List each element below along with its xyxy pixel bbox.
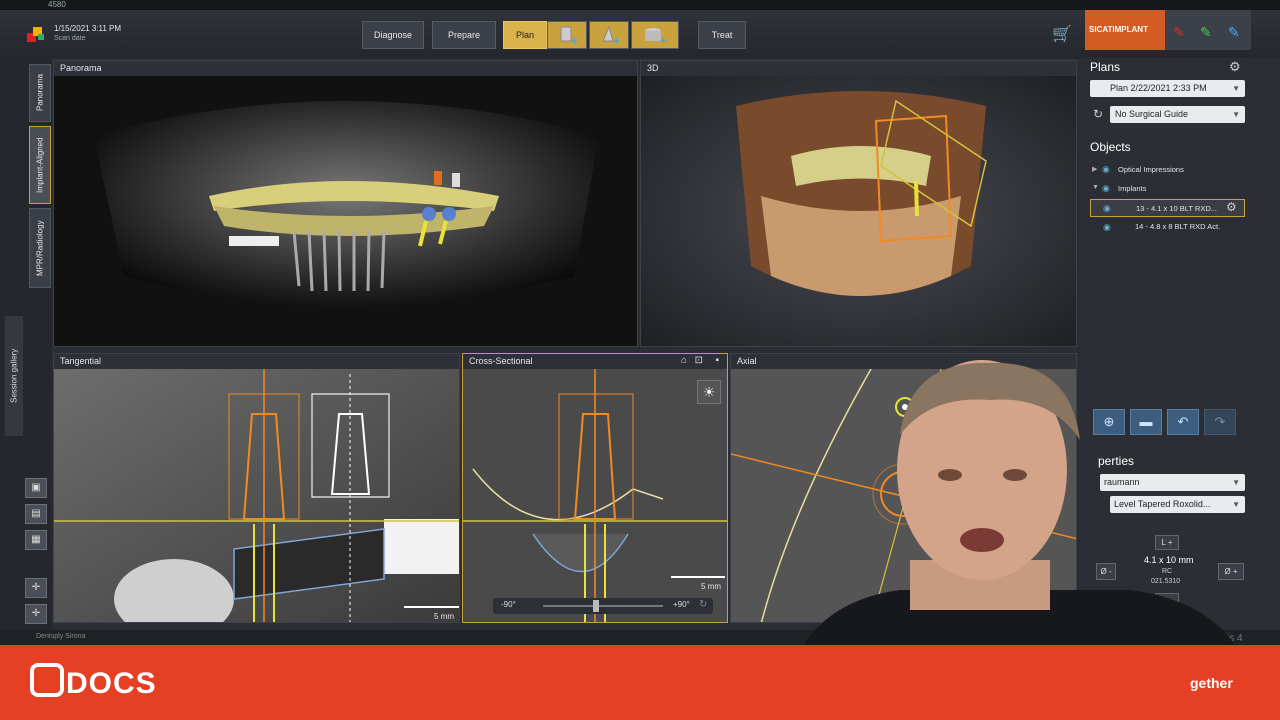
scan-date-value: 1/15/2021 3:11 PM (54, 24, 122, 33)
window-id: 4580 (48, 0, 66, 9)
slider-track (543, 605, 663, 607)
snapshot-icon[interactable]: ⊡ (695, 355, 703, 366)
sleeve-add-icon: + (645, 28, 667, 45)
object-label: 13 - 4.1 x 10 BLT RXD... (1136, 204, 1218, 213)
app-logo-icon (27, 27, 44, 42)
scan-date-label: Scan date (54, 35, 86, 42)
collapse-icon[interactable]: ▼ (1092, 184, 1099, 191)
abutment-add-icon: + (602, 25, 620, 45)
rotation-slider[interactable]: -90° +90° ↻ (493, 598, 713, 614)
scale-label: 5 mm (701, 582, 721, 591)
gear-icon[interactable]: ⚙ (1226, 200, 1237, 214)
workflow-prepare[interactable]: Prepare (432, 21, 496, 49)
panorama-title: Panorama (54, 61, 637, 76)
add-abutment-button[interactable]: + (589, 21, 629, 49)
scan-date: 1/15/2021 3:11 PM Scan date (54, 24, 121, 42)
tangential-image (54, 369, 459, 622)
svg-text:+: + (612, 36, 620, 45)
move-tool-icon[interactable]: ✛ (25, 578, 47, 598)
banner-tagline: gether (1190, 675, 1233, 691)
eye-icon[interactable]: ◉ (1103, 203, 1111, 214)
tab-panorama[interactable]: Panorama (29, 64, 51, 122)
guide-select-value: No Surgical Guide (1115, 109, 1189, 119)
add-sleeve-button[interactable]: + (631, 21, 679, 49)
object-optical-impressions[interactable]: Optical Impressions (1090, 161, 1245, 179)
cross-sectional-view[interactable]: Cross-Sectional ⌂ ⊡ ▪ ☀ 5 mm -90° +90° ↻ (462, 353, 728, 623)
crosshair-tool-icon[interactable]: ✛ (25, 604, 47, 624)
reset-icon[interactable]: ↻ (699, 599, 707, 610)
object-label: Optical Impressions (1118, 165, 1184, 174)
panorama-view[interactable]: Panorama (53, 60, 638, 347)
cross-sectional-image (463, 369, 727, 622)
slider-max-label: +90° (673, 600, 690, 609)
plan-select-value: Plan 2/22/2021 2:33 PM (1110, 83, 1207, 93)
surgical-guide-select[interactable]: No Surgical Guide ▼ (1110, 106, 1245, 123)
plans-settings-icon[interactable]: ⚙ (1229, 59, 1241, 75)
c-logo-icon (30, 663, 64, 697)
expand-icon[interactable]: ▶ (1092, 165, 1097, 173)
layout-tool-icon[interactable]: ▦ (25, 530, 47, 550)
implant-13[interactable]: 13 - 4.1 x 10 BLT RXD... (1090, 199, 1245, 217)
brightness-icon[interactable]: ☀ (697, 380, 721, 404)
maximize-icon[interactable]: ▪ (715, 355, 719, 366)
tab-implant-aligned[interactable]: Implant-Aligned (29, 126, 51, 204)
plan-select[interactable]: Plan 2/22/2021 2:33 PM ▼ (1090, 80, 1245, 97)
blue-tool-icon[interactable]: ✎ (1228, 24, 1240, 41)
bottom-banner (0, 645, 1280, 720)
workflow-diagnose[interactable]: Diagnose (362, 21, 424, 49)
dentsply-logo-text: Dentsply Sirona (36, 633, 86, 640)
tangential-view[interactable]: Tangential 5 mm (53, 353, 460, 623)
docs-logo-text: DOCS (66, 667, 157, 700)
object-implants[interactable]: Implants (1090, 180, 1245, 198)
chevron-down-icon: ▼ (1232, 84, 1240, 93)
object-label: Implants (1118, 184, 1147, 193)
eye-icon[interactable]: ◉ (1103, 222, 1111, 233)
left-tab-bar: Panorama Implant-Aligned MPR/Radiology S… (0, 58, 52, 645)
title-strip: 4580 (0, 0, 1280, 10)
plans-title: Plans (1090, 60, 1121, 74)
workflow-plan[interactable]: Plan (503, 21, 547, 49)
svg-text:+: + (570, 36, 578, 45)
sicat-brand: SICATIMPLANT (1085, 10, 1165, 50)
3d-title: 3D (641, 61, 1076, 76)
svg-text:+: + (659, 36, 667, 45)
green-tool-icon[interactable]: ✎ (1200, 24, 1212, 41)
tangential-title: Tangential (54, 354, 459, 369)
eye-icon[interactable]: ◉ (1102, 183, 1110, 194)
slider-min-label: -90° (501, 600, 516, 609)
cross-sectional-title: Cross-Sectional (463, 354, 727, 369)
screenshot-tool-icon[interactable]: ▣ (25, 478, 47, 498)
3d-render (641, 76, 1076, 346)
session-gallery-tab[interactable]: Session gallery (5, 316, 23, 436)
3d-view[interactable]: 3D (640, 60, 1077, 347)
objects-title: Objects (1090, 140, 1131, 154)
refresh-icon[interactable]: ↻ (1093, 107, 1103, 121)
scale-label: 5 mm (434, 612, 454, 621)
camera-icon[interactable]: ⌂ (681, 355, 687, 366)
implant-add-icon: + (560, 26, 578, 45)
eye-icon[interactable]: ◉ (1102, 164, 1110, 175)
chevron-down-icon: ▼ (1232, 110, 1240, 119)
workflow-treat[interactable]: Treat (698, 21, 746, 49)
panorama-image (54, 76, 637, 346)
syringe-icon[interactable]: ✎ (1173, 24, 1185, 41)
add-implant-button[interactable]: + (547, 21, 587, 49)
slider-thumb[interactable] (593, 600, 599, 612)
cart-icon[interactable]: 🛒 (1052, 24, 1072, 44)
cdocs-logo: DOCS (30, 663, 157, 701)
object-label: 14 - 4.8 x 8 BLT RXD Act. (1135, 222, 1221, 231)
implant-14[interactable]: 14 - 4.8 x 8 BLT RXD Act. (1090, 218, 1245, 236)
report-tool-icon[interactable]: ▤ (25, 504, 47, 524)
tab-mpr-radiology[interactable]: MPR/Radiology (29, 208, 51, 288)
